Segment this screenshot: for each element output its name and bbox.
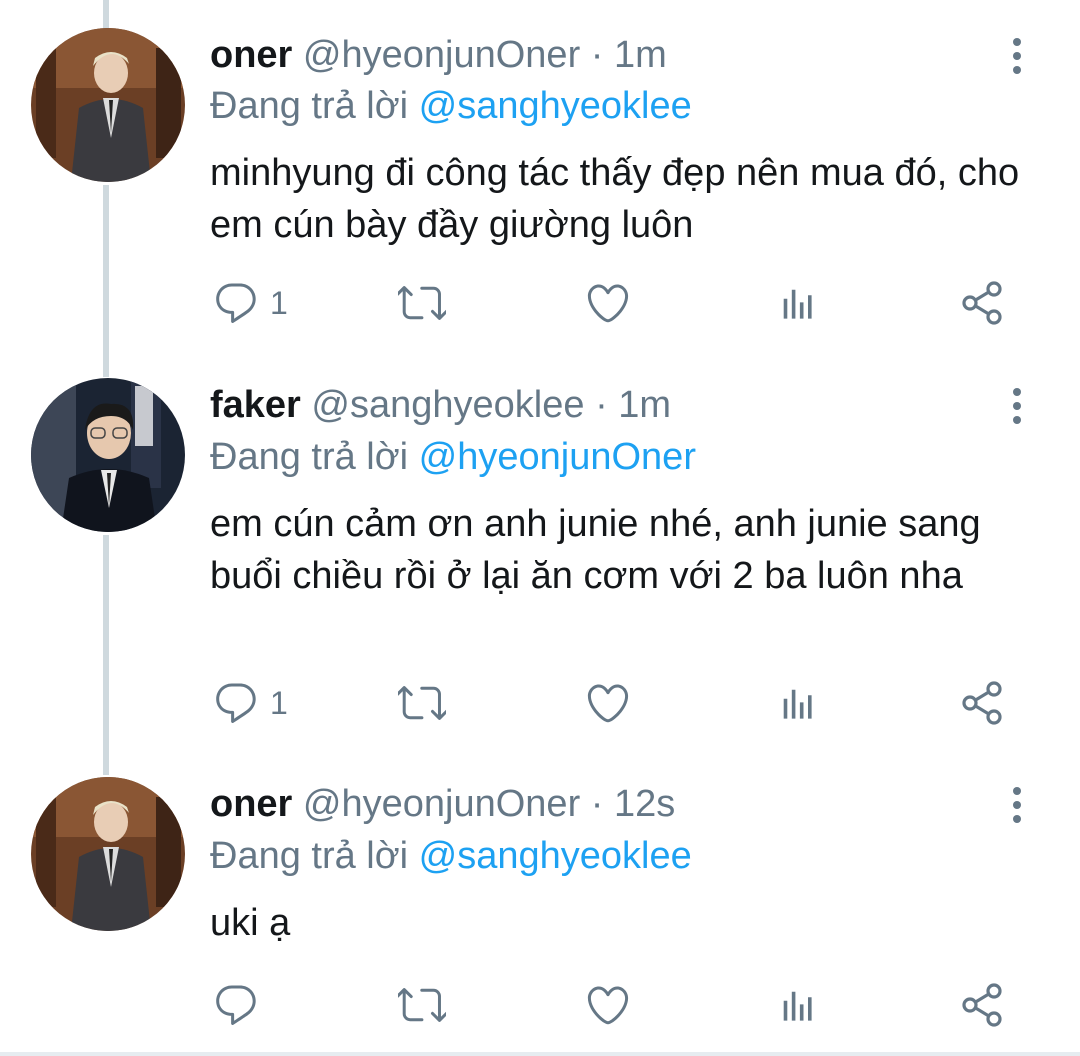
replying-prefix: Đang trả lời — [210, 436, 409, 478]
analytics-icon — [783, 289, 812, 319]
reply-icon — [216, 985, 256, 1025]
author-name[interactable]: oner — [210, 783, 292, 825]
retweet-button[interactable] — [398, 980, 446, 1030]
action-bar: 1 — [0, 278, 1080, 328]
analytics-button[interactable] — [772, 278, 820, 328]
replying-prefix: Đang trả lời — [210, 85, 409, 127]
avatar[interactable] — [31, 777, 185, 931]
replying-prefix: Đang trả lời — [210, 835, 409, 877]
mention-link[interactable]: @sanghyeoklee — [419, 85, 692, 127]
author-name[interactable]: oner — [210, 34, 292, 76]
like-button[interactable] — [584, 980, 632, 1030]
analytics-button[interactable] — [772, 980, 820, 1030]
tweet-text: em cún cảm ơn anh junie nhé, anh junie s… — [210, 503, 981, 597]
tweet-text: minhyung đi công tác thấy đẹp nên mua đó… — [210, 152, 1020, 246]
separator-dot: · — [590, 34, 604, 76]
timestamp[interactable]: 1m — [618, 384, 671, 426]
divider — [0, 1052, 1080, 1056]
reply-button[interactable]: 1 — [212, 678, 288, 728]
reply-button[interactable]: 1 — [212, 278, 288, 328]
thread-line — [103, 0, 109, 30]
separator-dot: · — [595, 384, 608, 426]
author-handle[interactable]: @hyeonjunOner — [303, 783, 580, 825]
retweet-icon — [398, 686, 446, 720]
retweet-icon — [398, 988, 446, 1022]
reply-icon — [216, 283, 256, 323]
analytics-icon — [783, 689, 812, 719]
heart-icon — [587, 684, 629, 723]
share-icon — [962, 281, 1002, 325]
share-button[interactable] — [958, 278, 1006, 328]
analytics-icon — [783, 991, 812, 1021]
retweet-icon — [398, 286, 446, 320]
heart-icon — [587, 284, 629, 323]
reply-count: 1 — [270, 684, 288, 721]
share-icon — [962, 681, 1002, 725]
share-icon — [962, 983, 1002, 1027]
like-button[interactable] — [584, 278, 632, 328]
share-button[interactable] — [958, 980, 1006, 1030]
retweet-button[interactable] — [398, 278, 446, 328]
author-handle[interactable]: @hyeonjunOner — [303, 34, 580, 76]
action-bar — [0, 980, 1080, 1030]
avatar[interactable] — [31, 28, 185, 182]
thread-line — [103, 535, 109, 775]
avatar-image — [31, 28, 185, 182]
more-options-icon[interactable] — [1000, 384, 1034, 434]
avatar-image — [31, 378, 185, 532]
like-button[interactable] — [584, 678, 632, 728]
timestamp[interactable]: 1m — [614, 34, 667, 76]
analytics-button[interactable] — [772, 678, 820, 728]
retweet-button[interactable] — [398, 678, 446, 728]
timestamp[interactable]: 12s — [614, 783, 675, 825]
replying-to: Đang trả lời @hyeonjunOner — [210, 435, 696, 479]
more-options-icon[interactable] — [1000, 34, 1034, 84]
mention-link[interactable]: @sanghyeoklee — [419, 835, 692, 877]
author-name[interactable]: faker — [210, 384, 301, 426]
heart-icon — [587, 986, 629, 1025]
share-button[interactable] — [958, 678, 1006, 728]
replying-to: Đang trả lời @sanghyeoklee — [210, 834, 692, 878]
reply-count: 1 — [270, 284, 288, 321]
replying-to: Đang trả lời @sanghyeoklee — [210, 84, 692, 128]
author-handle[interactable]: @sanghyeoklee — [311, 384, 584, 426]
separator-dot: · — [590, 783, 604, 825]
tweet-text: uki ạ — [210, 902, 291, 944]
more-options-icon[interactable] — [1000, 783, 1034, 833]
reply-icon — [216, 683, 256, 723]
action-bar: 1 — [0, 678, 1080, 728]
avatar-image — [31, 777, 185, 931]
avatar[interactable] — [31, 378, 185, 532]
reply-button[interactable] — [212, 980, 270, 1030]
mention-link[interactable]: @hyeonjunOner — [419, 436, 696, 478]
